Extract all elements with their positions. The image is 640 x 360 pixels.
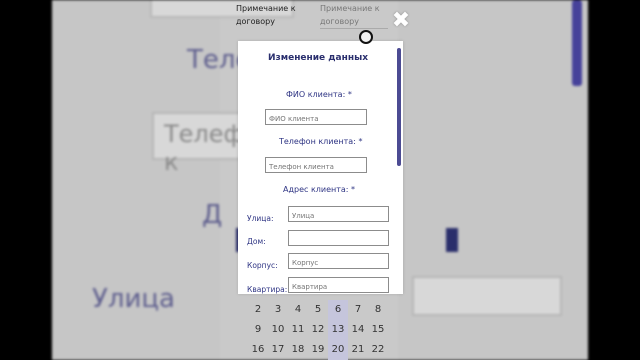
house-input[interactable] (288, 230, 389, 246)
calendar-day-selected[interactable]: 20 (328, 340, 348, 360)
building-input[interactable] (288, 253, 389, 269)
calendar-day-selected[interactable]: 6 (328, 300, 348, 320)
fio-input[interactable] (265, 109, 367, 125)
calendar-day[interactable]: 11 (288, 320, 308, 340)
calendar-day[interactable]: 21 (348, 340, 368, 360)
phone-input[interactable] (265, 157, 367, 173)
calendar-day[interactable]: 15 (368, 320, 388, 340)
calendar-day[interactable]: 12 (308, 320, 328, 340)
cursor-indicator (359, 30, 373, 44)
background-note-field: Примечание к договору (320, 2, 388, 29)
required-mark: * (358, 137, 363, 146)
calendar-day-selected[interactable]: 13 (328, 320, 348, 340)
street-input[interactable] (288, 206, 389, 222)
calendar-day[interactable]: 4 (288, 300, 308, 320)
building-label: Корпус: (247, 261, 278, 270)
street-label: Улица: (247, 214, 274, 223)
close-icon[interactable]: ✖ (390, 10, 412, 32)
phone-label-text: Телефон клиента: (279, 137, 356, 146)
apartment-input[interactable] (288, 277, 389, 293)
background-street-label: Улица (92, 284, 175, 314)
fio-label: ФИО клиента: * (286, 90, 352, 99)
modal-title: Изменение данных (267, 53, 369, 63)
address-label: Адрес клиента: * (283, 185, 355, 194)
background-button-edge-right (446, 228, 458, 252)
edit-data-modal: Изменение данных ФИО клиента: * Телефон … (238, 41, 403, 294)
calendar-row: 16 17 18 19 20 21 22 (248, 340, 393, 360)
calendar-row: 9 10 11 12 13 14 15 (248, 320, 393, 340)
calendar-day[interactable]: 2 (248, 300, 268, 320)
background-scrollbar (572, 0, 582, 86)
background-calendar: 2 3 4 5 6 7 8 9 10 11 12 13 14 15 16 17 … (248, 300, 393, 360)
apartment-label: Квартира: (247, 285, 288, 294)
calendar-day[interactable]: 18 (288, 340, 308, 360)
house-label: Дом: (247, 237, 266, 246)
address-label-text: Адрес клиента: (283, 185, 349, 194)
calendar-day[interactable]: 10 (268, 320, 288, 340)
phone-label: Телефон клиента: * (279, 137, 362, 146)
background-note-label: Примечание к договору (236, 4, 296, 26)
calendar-day[interactable]: 22 (368, 340, 388, 360)
required-mark: * (351, 185, 356, 194)
background-address-label: Д (202, 200, 223, 230)
calendar-day[interactable]: 17 (268, 340, 288, 360)
calendar-day[interactable]: 9 (248, 320, 268, 340)
required-mark: * (347, 90, 352, 99)
calendar-day[interactable]: 14 (348, 320, 368, 340)
calendar-row: 2 3 4 5 6 7 8 (248, 300, 393, 320)
calendar-day[interactable]: 16 (248, 340, 268, 360)
background-street-input (412, 276, 562, 316)
calendar-day[interactable]: 8 (368, 300, 388, 320)
calendar-day[interactable]: 19 (308, 340, 328, 360)
modal-scrollbar[interactable] (397, 48, 401, 166)
calendar-day[interactable]: 5 (308, 300, 328, 320)
fio-label-text: ФИО клиента: (286, 90, 346, 99)
calendar-day[interactable]: 3 (268, 300, 288, 320)
calendar-day[interactable]: 7 (348, 300, 368, 320)
